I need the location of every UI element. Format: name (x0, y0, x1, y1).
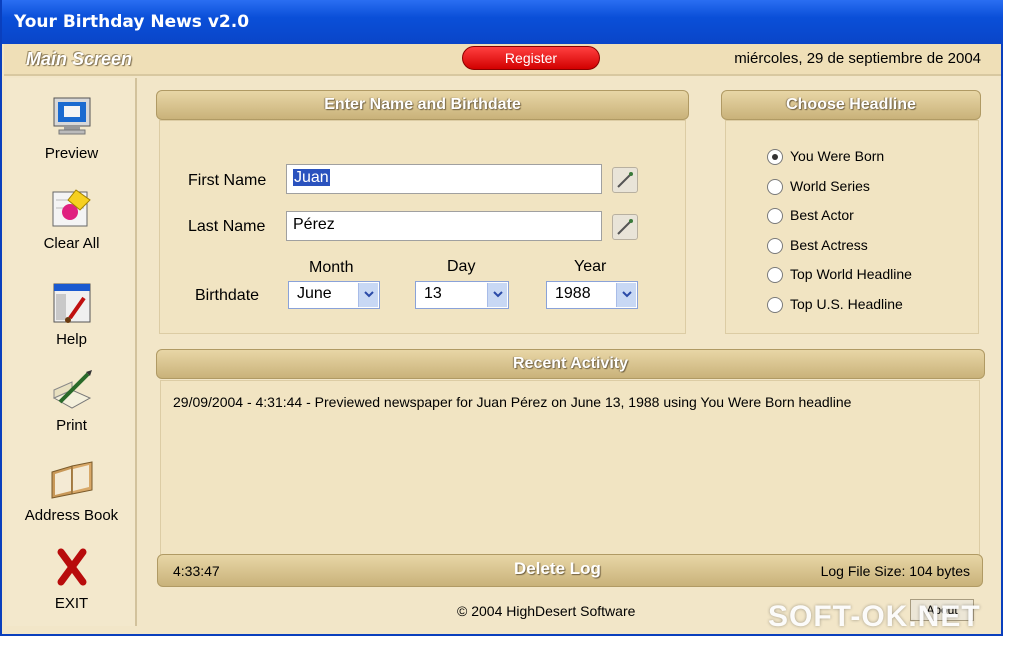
radio (767, 267, 783, 283)
first-name-lookup-button[interactable] (612, 167, 638, 193)
print-label: Print (56, 417, 87, 434)
eraser-icon (50, 186, 94, 230)
log-file-size: Log File Size: 104 bytes (820, 563, 970, 579)
title-bar: Your Birthday News v2.0 (2, 0, 1003, 44)
chevron-down-icon (616, 283, 636, 307)
current-time: 4:33:47 (173, 563, 220, 579)
window-title: Your Birthday News v2.0 (14, 12, 250, 32)
preview-button[interactable]: Preview (6, 96, 137, 162)
register-button[interactable]: Register (462, 46, 600, 70)
year-column-label: Year (574, 258, 607, 275)
clear-all-button[interactable]: Clear All (6, 186, 137, 252)
day-column-label: Day (447, 258, 476, 275)
day-select[interactable]: 13 (415, 281, 509, 309)
last-name-label: Last Name (188, 218, 266, 235)
last-name-lookup-button[interactable] (612, 214, 638, 240)
day-value: 13 (424, 285, 442, 302)
radio (767, 238, 783, 254)
address-book-icon (50, 458, 94, 502)
print-button[interactable]: Print (6, 368, 137, 434)
activity-footer: 4:33:47 Delete Log Log File Size: 104 by… (157, 554, 983, 587)
chevron-down-icon (487, 283, 507, 307)
help-icon (50, 282, 94, 326)
sidebar: Preview Clear All Help Print Address Boo… (6, 78, 137, 626)
copyright: © 2004 HighDesert Software (457, 603, 636, 619)
delete-log-button[interactable]: Delete Log (514, 559, 601, 579)
exit-x-icon (50, 546, 94, 590)
monitor-icon (50, 96, 94, 140)
first-name-field[interactable]: Juan (286, 164, 602, 194)
app-window: Your Birthday News v2.0 Main Screen Regi… (0, 0, 1003, 636)
activity-header: Recent Activity (156, 349, 985, 379)
exit-label: EXIT (54, 595, 89, 612)
option-label: Top World Headline (790, 266, 912, 282)
year-select[interactable]: 1988 (546, 281, 638, 309)
print-icon (50, 368, 94, 412)
month-select[interactable]: June (288, 281, 380, 309)
first-name-value: Juan (293, 169, 330, 186)
preview-label: Preview (44, 145, 99, 162)
last-name-field[interactable]: Pérez (286, 211, 602, 241)
current-date: miércoles, 29 de septiembre de 2004 (734, 50, 981, 67)
help-label: Help (56, 331, 87, 348)
address-book-button[interactable]: Address Book (6, 458, 137, 524)
option-label: Top U.S. Headline (790, 296, 903, 312)
first-name-label: First Name (188, 172, 267, 189)
status-bar: Main Screen Register miércoles, 29 de se… (4, 44, 1001, 76)
year-value: 1988 (555, 285, 591, 302)
log-entry: 29/09/2004 - 4:31:44 - Previewed newspap… (173, 394, 852, 410)
screen-name: Main Screen (26, 49, 133, 69)
wand-icon (613, 172, 637, 196)
clear-all-label: Clear All (43, 235, 100, 252)
name-panel-header: Enter Name and Birthdate (156, 90, 689, 120)
option-label: You Were Born (790, 148, 885, 164)
radio (767, 297, 783, 313)
headline-panel-header: Choose Headline (721, 90, 981, 120)
radio (767, 208, 783, 224)
option-label: World Series (790, 178, 870, 194)
option-label: Best Actress (790, 237, 868, 253)
address-book-label: Address Book (24, 507, 119, 524)
wand-icon (613, 219, 637, 243)
exit-button[interactable]: EXIT (6, 546, 137, 612)
month-value: June (297, 285, 332, 302)
radio (767, 179, 783, 195)
option-label: Best Actor (790, 207, 854, 223)
watermark: SOFT-OK.NET (768, 600, 981, 633)
birthdate-label: Birthdate (195, 287, 260, 304)
month-column-label: Month (309, 259, 354, 276)
help-button[interactable]: Help (6, 282, 137, 348)
last-name-value: Pérez (293, 216, 335, 233)
radio-selected (767, 149, 783, 165)
chevron-down-icon (358, 283, 378, 307)
